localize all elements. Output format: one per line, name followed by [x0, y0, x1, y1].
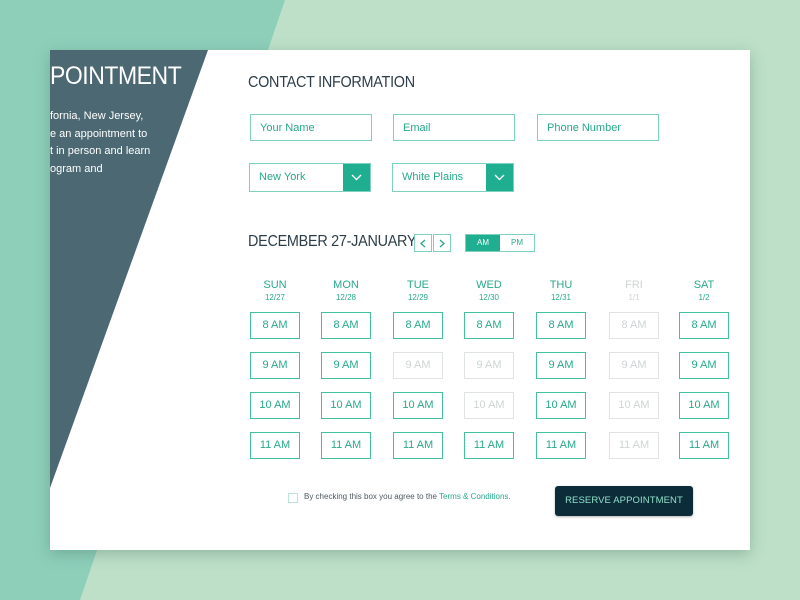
time-slot-thu-10am[interactable]: 10 AM: [536, 392, 586, 419]
day-date: 12/27: [264, 293, 286, 302]
day-name: SAT: [693, 279, 715, 291]
time-slot-tue-10am[interactable]: 10 AM: [393, 392, 443, 419]
day-name: SUN: [263, 279, 287, 291]
day-date: 12/28: [335, 293, 357, 302]
day-name: TUE: [407, 279, 429, 291]
day-name: THU: [549, 279, 573, 291]
time-slot-mon-8am[interactable]: 8 AM: [321, 312, 371, 339]
time-slot-thu-11am[interactable]: 11 AM: [536, 432, 586, 459]
state-select-value: New York: [259, 171, 306, 183]
time-slot-fri-11am: 11 AM: [609, 432, 659, 459]
day-header-tue: TUE 12/29: [393, 279, 443, 303]
day-header-wed: WED 12/30: [464, 279, 514, 303]
chevron-down-icon[interactable]: [486, 164, 513, 191]
agreement-label: By checking this box you agree to the: [304, 492, 440, 501]
appointment-card: POINTMENT fornia, New Jersey, e an appoi…: [50, 50, 750, 550]
reserve-appointment-button[interactable]: RESERVE APPOINTMENT: [555, 486, 693, 516]
day-date: 1/1: [628, 293, 640, 302]
time-slot-sat-11am[interactable]: 11 AM: [679, 432, 729, 459]
next-week-button[interactable]: [433, 234, 451, 252]
time-slot-tue-11am[interactable]: 11 AM: [393, 432, 443, 459]
day-date: 12/30: [478, 293, 500, 302]
time-slot-wed-10am: 10 AM: [464, 392, 514, 419]
terms-checkbox[interactable]: [288, 493, 298, 503]
side-panel-line: e an appointment to: [50, 127, 148, 140]
time-slot-thu-8am[interactable]: 8 AM: [536, 312, 586, 339]
time-slot-tue-9am: 9 AM: [393, 352, 443, 379]
time-slot-sun-9am[interactable]: 9 AM: [250, 352, 300, 379]
time-slot-sat-9am[interactable]: 9 AM: [679, 352, 729, 379]
time-slot-tue-8am[interactable]: 8 AM: [393, 312, 443, 339]
day-date: 12/29: [407, 293, 429, 302]
city-select-value: White Plains: [402, 171, 464, 183]
time-slot-sat-8am[interactable]: 8 AM: [679, 312, 729, 339]
time-slot-fri-10am: 10 AM: [609, 392, 659, 419]
time-slot-sun-10am[interactable]: 10 AM: [250, 392, 300, 419]
day-header-mon: MON 12/28: [321, 279, 371, 303]
day-header-thu: THU 12/31: [536, 279, 586, 303]
week-range-label: DECEMBER 27-JANUARY 2: [248, 233, 428, 250]
chevron-right-icon: [439, 239, 445, 247]
time-slot-mon-10am[interactable]: 10 AM: [321, 392, 371, 419]
day-date: 12/31: [550, 293, 572, 302]
time-slot-sun-8am[interactable]: 8 AM: [250, 312, 300, 339]
chevron-left-icon: [420, 239, 426, 247]
contact-section-title: CONTACT INFORMATION: [248, 74, 415, 91]
state-select[interactable]: New York: [249, 163, 371, 192]
city-select[interactable]: White Plains: [392, 163, 514, 192]
time-slot-thu-9am[interactable]: 9 AM: [536, 352, 586, 379]
prev-week-button[interactable]: [414, 234, 432, 252]
am-pm-toggle[interactable]: AM PM: [465, 234, 535, 252]
side-panel-line: ogram and: [50, 162, 103, 175]
day-header-sat: SAT 1/2: [679, 279, 729, 303]
day-header-fri: FRI 1/1: [609, 279, 659, 303]
side-panel-line: t in person and learn: [50, 145, 151, 157]
time-slot-mon-11am[interactable]: 11 AM: [321, 432, 371, 459]
email-input[interactable]: [393, 114, 515, 141]
terms-agreement-text: By checking this box you agree to the Te…: [304, 492, 511, 501]
side-panel-line: fornia, New Jersey,: [50, 110, 144, 122]
phone-input[interactable]: [537, 114, 659, 141]
time-slot-mon-9am[interactable]: 9 AM: [321, 352, 371, 379]
am-option[interactable]: AM: [466, 235, 500, 251]
day-header-sun: SUN 12/27: [250, 279, 300, 303]
name-input[interactable]: [250, 114, 372, 141]
time-slot-sun-11am[interactable]: 11 AM: [250, 432, 300, 459]
side-panel-title: POINTMENT: [50, 62, 182, 90]
time-slot-fri-9am: 9 AM: [609, 352, 659, 379]
agreement-suffix: .: [508, 492, 511, 501]
day-name: FRI: [625, 279, 643, 291]
terms-link[interactable]: Terms & Conditions: [439, 492, 508, 501]
side-panel: POINTMENT fornia, New Jersey, e an appoi…: [50, 50, 208, 488]
time-slot-wed-11am[interactable]: 11 AM: [464, 432, 514, 459]
day-date: 1/2: [698, 293, 710, 302]
day-name: MON: [333, 279, 359, 291]
pm-option[interactable]: PM: [500, 235, 534, 251]
side-panel-description: fornia, New Jersey, e an appointment to …: [50, 108, 170, 178]
chevron-down-icon[interactable]: [343, 164, 370, 191]
time-slot-fri-8am: 8 AM: [609, 312, 659, 339]
time-slot-wed-9am: 9 AM: [464, 352, 514, 379]
day-name: WED: [476, 279, 502, 291]
time-slot-sat-10am[interactable]: 10 AM: [679, 392, 729, 419]
time-slot-wed-8am[interactable]: 8 AM: [464, 312, 514, 339]
